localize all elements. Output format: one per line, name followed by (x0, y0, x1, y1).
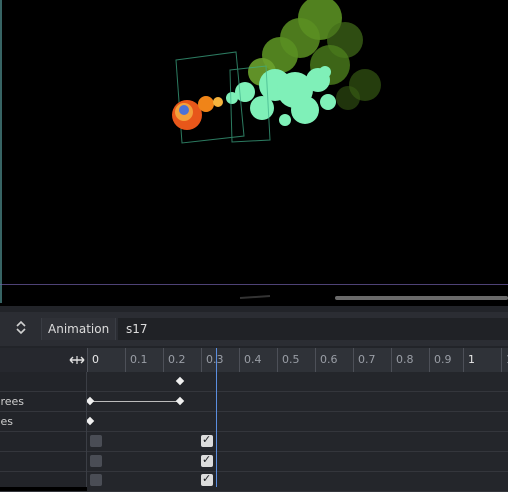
scene-viewport[interactable] (0, 0, 508, 303)
track-label (0, 372, 86, 391)
track-row[interactable] (0, 432, 508, 452)
up-down-arrows-icon (14, 319, 28, 339)
ruler-tick: 0.4 (239, 348, 262, 372)
ruler-tick: 0.6 (315, 348, 338, 372)
keyframe[interactable] (85, 396, 95, 406)
keyframe-interpolation-line (90, 401, 180, 402)
track-row[interactable]: es (0, 412, 508, 432)
track-label-separator (86, 372, 87, 487)
track-checkbox-checked[interactable] (201, 453, 213, 467)
animation-select-button[interactable] (10, 318, 32, 340)
track-checkbox-checked[interactable] (201, 433, 213, 447)
timeline-ruler[interactable]: 0 0.1 0.2 0.3 0.4 0.5 0.6 0.7 0.8 0.9 1 … (87, 348, 508, 372)
track-row[interactable] (0, 472, 508, 492)
scene-canvas (172, 0, 381, 299)
ruler-tick: 0.9 (429, 348, 452, 372)
animation-name-field[interactable]: s17 (118, 318, 508, 340)
zoom-horizontal-icon[interactable] (68, 352, 86, 368)
track-row[interactable]: rees (0, 392, 508, 412)
timeline-playhead[interactable] (216, 348, 217, 487)
ruler-tick: 0 (87, 348, 99, 372)
track-lane[interactable] (87, 372, 508, 391)
track-checkbox[interactable] (90, 474, 102, 486)
keyframe[interactable] (175, 376, 185, 386)
track-label (0, 472, 86, 491)
track-label: es (0, 415, 14, 428)
ruler-tick: 0.8 (391, 348, 414, 372)
ruler-tick: 0.1 (125, 348, 148, 372)
ruler-tick: 0.5 (277, 348, 300, 372)
ruler-tick: 1 (501, 348, 508, 372)
track-lane[interactable] (87, 452, 508, 471)
track-lane[interactable] (87, 432, 508, 451)
keyframe[interactable] (85, 416, 95, 426)
horizontal-scrollbar[interactable] (335, 296, 508, 300)
track-checkbox[interactable] (90, 455, 102, 467)
track-row[interactable] (0, 372, 508, 392)
track-lane[interactable] (87, 472, 508, 491)
track-label (0, 452, 86, 471)
track-lane[interactable] (85, 392, 508, 411)
ruler-tick: 1 (463, 348, 475, 372)
track-label (0, 432, 86, 451)
fire-projectile (172, 96, 223, 130)
track-checkbox-checked[interactable] (201, 472, 213, 486)
track-checkbox[interactable] (90, 435, 102, 447)
track-lane[interactable] (85, 412, 508, 431)
keyframe[interactable] (175, 396, 185, 406)
ruler-tick: 0.2 (163, 348, 186, 372)
track-label: rees (0, 395, 24, 408)
animation-menu-button[interactable]: Animation (41, 318, 117, 340)
viewport-bottom-guide (0, 284, 508, 285)
track-row[interactable] (0, 452, 508, 472)
ruler-tick: 0.3 (201, 348, 224, 372)
ruler-tick: 0.7 (353, 348, 376, 372)
viewport-left-guide (0, 0, 2, 303)
